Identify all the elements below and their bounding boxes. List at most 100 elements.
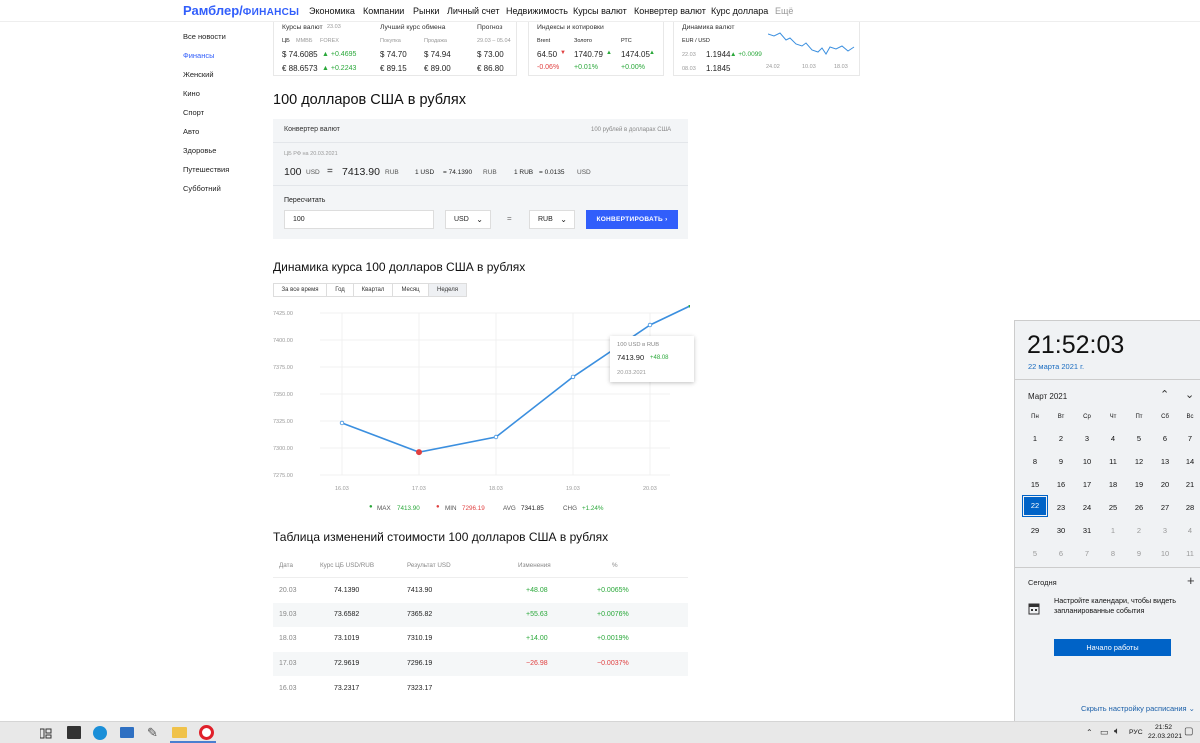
rambler-logo[interactable]: Рамблер/ФИНАНСЫ — [183, 3, 299, 18]
file-explorer-icon[interactable] — [172, 727, 187, 738]
amount-input[interactable]: 100 — [284, 210, 434, 229]
calendar-day[interactable]: 14 — [1179, 457, 1200, 466]
notification-icon[interactable]: ▢ — [1184, 726, 1193, 737]
nav-dollar-rate[interactable]: Курс доллара — [711, 6, 768, 16]
calendar-day[interactable]: 21 — [1179, 480, 1200, 489]
speaker-icon[interactable]: 🔈︎ — [1114, 726, 1120, 737]
tab-cb[interactable]: ЦБ — [282, 38, 290, 44]
calendar-day[interactable]: 10 — [1076, 457, 1098, 466]
chevron-down-icon[interactable]: ⌄ — [1185, 388, 1194, 401]
nav-markets[interactable]: Рынки — [413, 6, 439, 16]
sidebar-item-women[interactable]: Женский — [183, 70, 214, 79]
calendar-day[interactable]: 3 — [1076, 434, 1098, 443]
edge-icon[interactable] — [93, 726, 107, 740]
converter-reverse-link[interactable]: 100 рублей в долларах США — [591, 127, 671, 133]
calendar-day[interactable]: 3 — [1154, 526, 1176, 535]
from-currency-select[interactable]: USD ⌄ — [445, 210, 491, 229]
best-rate-title: Лучший курс обмена — [380, 24, 446, 31]
calendar-day[interactable]: 1 — [1024, 434, 1046, 443]
calendar-day[interactable]: 8 — [1102, 549, 1124, 558]
calendar-day[interactable]: 9 — [1128, 549, 1150, 558]
calendar-month[interactable]: Март 2021 — [1028, 392, 1067, 401]
rates-date: 23.03 — [327, 24, 341, 30]
tab-mmvb[interactable]: ММВБ — [296, 38, 312, 44]
sidebar-item-cinema[interactable]: Кино — [183, 89, 200, 98]
calendar-day[interactable]: 10 — [1154, 549, 1176, 558]
sidebar-item-health[interactable]: Здоровье — [183, 146, 216, 155]
calendar-day[interactable]: 8 — [1024, 457, 1046, 466]
calendar-day[interactable]: 31 — [1076, 526, 1098, 535]
calendar-day[interactable]: 6 — [1154, 434, 1176, 443]
tooltip-date: 20.03.2021 — [617, 370, 647, 376]
calendar-day[interactable]: 23 — [1050, 503, 1072, 512]
calendar-day[interactable]: 1 — [1102, 526, 1124, 535]
nav-more[interactable]: Ещё — [775, 6, 793, 16]
network-icon[interactable]: ▭ — [1100, 727, 1109, 738]
calendar-day[interactable]: 7 — [1076, 549, 1098, 558]
sidebar-item-finance[interactable]: Финансы — [183, 51, 215, 60]
calendar-day[interactable]: 16 — [1050, 480, 1072, 489]
to-currency-select[interactable]: RUB ⌄ — [529, 210, 575, 229]
calendar-day[interactable]: 4 — [1102, 434, 1124, 443]
calendar-day[interactable]: 26 — [1128, 503, 1150, 512]
calendar-day[interactable]: 11 — [1179, 549, 1200, 558]
nav-converter[interactable]: Конвертер валют — [634, 6, 706, 16]
sidebar-item-sport[interactable]: Спорт — [183, 108, 204, 117]
nav-personal-account[interactable]: Личный счет — [447, 6, 500, 16]
nav-companies[interactable]: Компании — [363, 6, 404, 16]
calendar-day[interactable]: 30 — [1050, 526, 1072, 535]
tab-week[interactable]: Неделя — [428, 283, 467, 297]
hide-schedule-link[interactable]: Скрыть настройку расписания ⌄ — [1081, 704, 1195, 713]
calendar-day[interactable]: 2 — [1050, 434, 1072, 443]
language-indicator[interactable]: РУС — [1129, 729, 1143, 736]
tab-all-time[interactable]: За все время — [273, 283, 327, 297]
calendar-day[interactable]: 11 — [1102, 457, 1124, 466]
nav-economy[interactable]: Экономика — [309, 6, 355, 16]
chevron-up-icon[interactable]: ⌃ — [1160, 388, 1169, 401]
calendar-day[interactable]: 20 — [1154, 480, 1176, 489]
tools-icon[interactable]: ✎ — [147, 725, 158, 741]
calendar-day[interactable]: 24 — [1076, 503, 1098, 512]
sidebar-item-all-news[interactable]: Все новости — [183, 32, 226, 41]
opera-icon[interactable] — [199, 725, 214, 740]
add-event-icon[interactable]: + — [1187, 573, 1195, 588]
convert-button[interactable]: КОНВЕРТИРОВАТЬ › — [586, 210, 678, 229]
sidebar-item-auto[interactable]: Авто — [183, 127, 199, 136]
calendar-day[interactable]: 12 — [1128, 457, 1150, 466]
calendar-day[interactable]: 17 — [1076, 480, 1098, 489]
calendar-day[interactable]: 15 — [1024, 480, 1046, 489]
clock-date[interactable]: 22 марта 2021 г. — [1028, 362, 1084, 371]
tab-quarter[interactable]: Квартал — [353, 283, 393, 297]
get-started-button[interactable]: Начало работы — [1054, 639, 1171, 656]
task-view-icon[interactable] — [40, 728, 52, 739]
calendar-day[interactable]: 29 — [1024, 526, 1046, 535]
nav-realty[interactable]: Недвижимость — [506, 6, 568, 16]
divider — [273, 185, 688, 186]
tab-year[interactable]: Год — [326, 283, 354, 297]
chevron-up-icon[interactable]: ⌃ — [1086, 728, 1093, 737]
calendar-day[interactable]: 4 — [1179, 526, 1200, 535]
calendar-day[interactable]: 7 — [1179, 434, 1200, 443]
calendar-day[interactable]: 5 — [1128, 434, 1150, 443]
sidebar-item-saturday[interactable]: Субботний — [183, 184, 221, 193]
calendar-day[interactable]: 25 — [1102, 503, 1124, 512]
calendar-day[interactable]: 27 — [1154, 503, 1176, 512]
sidebar-item-travel[interactable]: Путешествия — [183, 165, 229, 174]
cell-rate: 72.9619 — [334, 660, 360, 667]
calendar-day[interactable]: 5 — [1024, 549, 1046, 558]
store-icon[interactable] — [67, 726, 81, 739]
calendar-day[interactable]: 6 — [1050, 549, 1072, 558]
calendar-day[interactable]: 9 — [1050, 457, 1072, 466]
calendar-day[interactable]: 28 — [1179, 503, 1200, 512]
taskbar-time[interactable]: 21:52 — [1155, 724, 1172, 731]
nav-rates[interactable]: Курсы валют — [573, 6, 627, 16]
taskbar-date[interactable]: 22.03.2021 — [1148, 733, 1182, 740]
calendar-day[interactable]: 2 — [1128, 526, 1150, 535]
calendar-day[interactable]: 19 — [1128, 480, 1150, 489]
calendar-day-today[interactable]: 22 — [1022, 495, 1048, 517]
calendar-day[interactable]: 13 — [1154, 457, 1176, 466]
tab-month[interactable]: Месяц — [392, 283, 429, 297]
tab-forex[interactable]: FOREX — [320, 38, 339, 44]
mail-icon[interactable] — [120, 727, 134, 738]
calendar-day[interactable]: 18 — [1102, 480, 1124, 489]
